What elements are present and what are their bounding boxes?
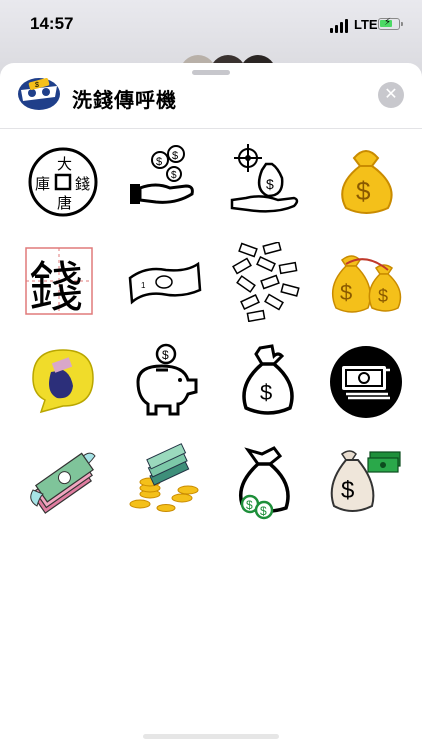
cash-stack-circle-icon[interactable]: [326, 342, 406, 422]
battery-charging-icon: ⚡: [378, 17, 403, 30]
sheet-header: $ 洗錢傳呼機 ✕: [0, 63, 422, 129]
banknote-outline-icon[interactable]: 1: [126, 242, 206, 322]
svg-text:$: $: [260, 504, 267, 518]
chinese-character-money-icon[interactable]: 錢: [23, 242, 103, 322]
svg-text:錢: 錢: [29, 256, 83, 319]
cash-and-coins-pile-icon[interactable]: [126, 442, 206, 522]
close-button[interactable]: ✕: [378, 82, 404, 108]
money-pouch-speech-bubble-icon[interactable]: [23, 342, 103, 422]
home-indicator: [143, 734, 279, 739]
piggy-bank-icon[interactable]: $: [126, 342, 206, 422]
signal-bars-icon: [330, 19, 350, 33]
ancient-coin-icon[interactable]: 大 唐 庫 錢: [23, 142, 103, 222]
close-x-icon: ✕: [384, 86, 398, 103]
status-time: 14:57: [30, 14, 74, 33]
svg-text:$: $: [35, 82, 39, 89]
svg-text:$: $: [356, 176, 371, 206]
gold-money-bag-icon[interactable]: $: [326, 142, 406, 222]
svg-text:$: $: [172, 150, 178, 162]
svg-text:$: $: [378, 286, 388, 306]
flying-cash-icon[interactable]: [23, 442, 103, 522]
falling-banknotes-icon[interactable]: [228, 242, 308, 322]
svg-text:$: $: [162, 348, 169, 362]
svg-text:錢: 錢: [75, 175, 90, 193]
svg-text:$: $: [246, 498, 253, 512]
money-sack-outline-icon[interactable]: $: [228, 342, 308, 422]
svg-text:$: $: [156, 156, 162, 168]
svg-text:$: $: [341, 477, 354, 504]
header-divider: [0, 128, 422, 129]
two-gold-money-bags-icon[interactable]: $ $: [326, 242, 406, 322]
money-eye-mask-icon: $: [17, 77, 61, 111]
svg-text:唐: 唐: [57, 194, 72, 212]
svg-text:大: 大: [57, 155, 72, 173]
money-sack-with-cash-icon[interactable]: $: [326, 442, 406, 522]
network-type: LTE: [354, 17, 378, 32]
money-bag-with-coins-icon[interactable]: $ $: [228, 442, 308, 522]
svg-text:$: $: [340, 280, 352, 305]
svg-text:$: $: [260, 380, 272, 405]
svg-text:$: $: [266, 176, 274, 192]
status-bar: 14:57 LTE ⚡: [0, 0, 422, 50]
hand-receiving-coins-icon[interactable]: $ $ $: [126, 142, 206, 222]
svg-text:$: $: [171, 170, 177, 181]
target-money-bag-hand-icon[interactable]: $: [228, 142, 308, 222]
svg-text:1: 1: [141, 281, 146, 290]
app-title: 洗錢傳呼機: [72, 90, 177, 112]
sticker-sheet: $ 洗錢傳呼機 ✕ 大 唐 庫 錢 $ $ $ $ $ 錢 1 $ $ $ $ …: [0, 63, 422, 750]
svg-text:庫: 庫: [35, 175, 50, 193]
